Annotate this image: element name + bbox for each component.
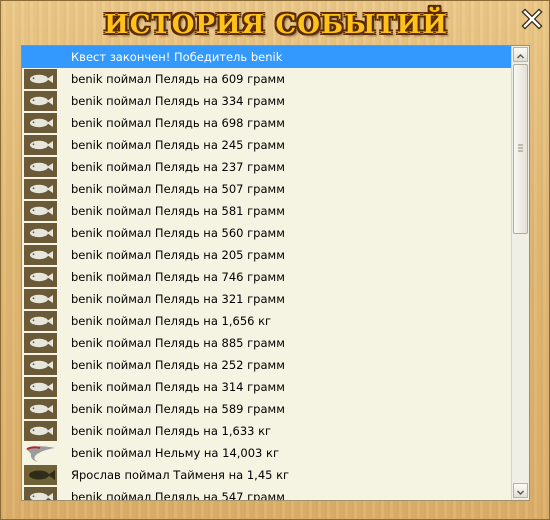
event-row[interactable]: benik поймал Пелядь на 245 грамм <box>22 134 511 156</box>
event-row[interactable]: benik поймал Пелядь на 334 грамм <box>22 90 511 112</box>
vertical-scrollbar[interactable] <box>511 46 529 500</box>
event-text: benik поймал Пелядь на 746 грамм <box>71 270 285 284</box>
event-text: benik поймал Пелядь на 252 грамм <box>71 358 285 372</box>
event-row[interactable]: benik поймал Пелядь на 746 грамм <box>22 266 511 288</box>
event-rows: Квест закончен! Победитель benik benik по… <box>22 46 511 501</box>
fish-peled-icon <box>24 487 57 500</box>
arrow-down-icon <box>517 490 524 495</box>
arrow-up-icon <box>517 54 524 59</box>
event-text: Ярослав поймал Тайменя на 1,45 кг <box>71 468 290 482</box>
event-text: benik поймал Пелядь на 698 грамм <box>71 116 285 130</box>
event-row[interactable]: benik поймал Пелядь на 560 грамм <box>22 222 511 244</box>
fish-peled-icon <box>24 267 57 287</box>
fish-peled-icon <box>24 421 57 441</box>
event-text: Квест закончен! Победитель benik <box>71 50 283 64</box>
event-text: benik поймал Пелядь на 321 грамм <box>71 292 285 306</box>
event-text: benik поймал Пелядь на 589 грамм <box>71 402 285 416</box>
event-text: benik поймал Пелядь на 237 грамм <box>71 160 285 174</box>
fish-peled-icon <box>24 311 57 331</box>
fish-peled-icon <box>24 333 57 353</box>
fish-peled-icon <box>24 157 57 177</box>
event-row[interactable]: benik поймал Пелядь на 885 грамм <box>22 332 511 354</box>
event-history-window: ИСТОРИЯ СОБЫТИЙ Квест закончен! Победите… <box>0 0 550 520</box>
event-text: benik поймал Пелядь на 1,633 кг <box>71 424 272 438</box>
event-row[interactable]: benik поймал Пелядь на 581 грамм <box>22 200 511 222</box>
scroll-up-button[interactable] <box>513 47 528 62</box>
close-x-icon[interactable] <box>521 8 543 30</box>
event-row[interactable]: benik поймал Пелядь на 314 грамм <box>22 376 511 398</box>
scroll-thumb[interactable] <box>513 64 528 234</box>
event-row[interactable]: benik поймал Нельму на 14,003 кг <box>22 442 511 464</box>
close-button[interactable] <box>521 8 543 30</box>
event-text: benik поймал Нельму на 14,003 кг <box>71 446 280 460</box>
fish-peled-icon <box>24 289 57 309</box>
grip-icon <box>518 144 523 152</box>
event-text: benik поймал Пелядь на 581 грамм <box>71 204 285 218</box>
event-row[interactable]: benik поймал Пелядь на 1,633 кг <box>22 420 511 442</box>
event-row[interactable]: Квест закончен! Победитель benik <box>22 46 511 68</box>
event-text: benik поймал Пелядь на 560 грамм <box>71 226 285 240</box>
event-row[interactable]: benik поймал Пелядь на 237 грамм <box>22 156 511 178</box>
fish-peled-icon <box>24 223 57 243</box>
event-row[interactable]: benik поймал Пелядь на 507 грамм <box>22 178 511 200</box>
fish-peled-icon <box>24 245 57 265</box>
event-row[interactable]: benik поймал Пелядь на 1,656 кг <box>22 310 511 332</box>
fish-peled-icon <box>24 69 57 89</box>
event-text: benik поймал Пелядь на 245 грамм <box>71 138 285 152</box>
event-row[interactable]: benik поймал Пелядь на 589 грамм <box>22 398 511 420</box>
fish-peled-icon <box>24 179 57 199</box>
event-text: benik поймал Пелядь на 885 грамм <box>71 336 285 350</box>
fish-peled-icon <box>24 91 57 111</box>
fish-taimen-icon <box>24 465 57 485</box>
event-text: benik поймал Пелядь на 1,656 кг <box>71 314 272 328</box>
fish-peled-icon <box>24 135 57 155</box>
event-text: benik поймал Пелядь на 314 грамм <box>71 380 285 394</box>
fish-nelma-icon <box>24 443 57 463</box>
event-text: benik поймал Пелядь на 205 грамм <box>71 248 285 262</box>
event-row[interactable]: benik поймал Пелядь на 205 грамм <box>22 244 511 266</box>
event-row[interactable]: benik поймал Пелядь на 321 грамм <box>22 288 511 310</box>
event-text: benik поймал Пелядь на 547 грамм <box>71 490 285 501</box>
event-row[interactable]: benik поймал Пелядь на 698 грамм <box>22 112 511 134</box>
fish-peled-icon <box>24 377 57 397</box>
event-text: benik поймал Пелядь на 609 грамм <box>71 72 285 86</box>
window-title: ИСТОРИЯ СОБЫТИЙ <box>104 10 448 40</box>
event-row[interactable]: Ярослав поймал Тайменя на 1,45 кг <box>22 464 511 486</box>
fish-peled-icon <box>24 113 57 133</box>
event-list[interactable]: Квест закончен! Победитель benik benik по… <box>21 45 530 501</box>
event-text: benik поймал Пелядь на 334 грамм <box>71 94 285 108</box>
fish-peled-icon <box>24 201 57 221</box>
scroll-down-button[interactable] <box>513 483 528 498</box>
event-row[interactable]: benik поймал Пелядь на 252 грамм <box>22 354 511 376</box>
fish-peled-icon <box>24 355 57 375</box>
fish-peled-icon <box>24 399 57 419</box>
event-text: benik поймал Пелядь на 507 грамм <box>71 182 285 196</box>
event-row[interactable]: benik поймал Пелядь на 609 грамм <box>22 68 511 90</box>
event-row[interactable]: benik поймал Пелядь на 547 грамм <box>22 486 511 501</box>
